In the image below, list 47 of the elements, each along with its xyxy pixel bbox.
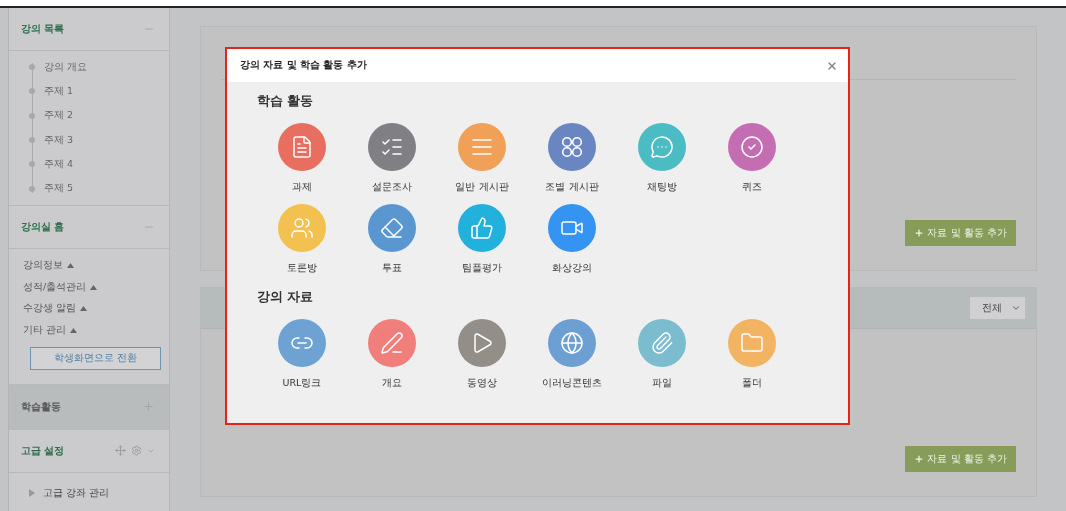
plus-icon xyxy=(914,228,925,238)
activity-button[interactable]: 토론방 xyxy=(257,204,347,275)
close-icon[interactable] xyxy=(826,59,838,72)
course-link[interactable]: 강의 개요 xyxy=(44,60,88,74)
triangle-icon xyxy=(29,489,35,498)
course-link[interactable]: 주제 5 xyxy=(44,182,74,196)
section-title: 고급 설정 xyxy=(21,443,65,458)
activity-button[interactable]: 이러닝콘텐츠 xyxy=(527,319,617,390)
caret-up-icon[interactable] xyxy=(80,306,88,312)
activity-button[interactable]: 동영상 xyxy=(437,319,527,390)
activity-button[interactable]: 투표 xyxy=(347,204,437,275)
menu-item[interactable]: 성적/출석관리 xyxy=(23,276,87,298)
activity-button[interactable]: URL링크 xyxy=(257,319,347,390)
activity-button[interactable]: 채팅방 xyxy=(617,123,707,194)
activity-button[interactable]: 개요 xyxy=(347,319,437,390)
section-title: 학습활동 xyxy=(21,399,61,414)
activity-button[interactable]: 퀴즈 xyxy=(707,123,797,194)
move-icon[interactable] xyxy=(115,445,126,457)
activity-button[interactable]: 설문조사 xyxy=(347,123,437,194)
caret-up-icon[interactable] xyxy=(70,327,78,333)
activity-button[interactable]: 팀플평가 xyxy=(437,204,527,275)
caret-up-icon[interactable] xyxy=(67,263,74,269)
course-link[interactable]: 주제 4 xyxy=(44,157,74,171)
settings-icon[interactable] xyxy=(131,445,142,457)
chevron-down-icon xyxy=(1011,303,1021,313)
caret-up-icon[interactable] xyxy=(90,284,98,290)
activity-button[interactable]: 화상강의 xyxy=(527,204,617,275)
filter-select[interactable]: 전체 xyxy=(969,296,1026,320)
section-title: 강의 목록 xyxy=(21,22,65,36)
add-icon[interactable] xyxy=(142,400,155,414)
course-link[interactable]: 주제 1 xyxy=(44,84,74,98)
activity-button[interactable]: 조별 게시판 xyxy=(527,123,617,194)
menu-item[interactable]: 수강생 알림 xyxy=(23,297,77,320)
dialog-title: 강의 자료 및 학습 활동 추가 xyxy=(240,59,367,72)
menu-link[interactable]: 고급 강좌 관리 xyxy=(43,486,110,500)
activity-button[interactable]: 일반 게시판 xyxy=(437,123,527,194)
activity-button[interactable]: 파일 xyxy=(617,319,707,390)
activity-button[interactable]: 폴더 xyxy=(707,319,797,390)
section-heading: 강의 자료 xyxy=(257,289,314,306)
section-title: 강의실 홈 xyxy=(21,219,65,234)
menu-item[interactable]: 기타 관리 xyxy=(23,319,67,341)
menu-item[interactable]: 강의정보 xyxy=(23,254,63,277)
section-heading: 학습 활동 xyxy=(257,93,314,110)
plus-icon xyxy=(914,454,925,464)
activity-button[interactable]: 과제 xyxy=(257,123,347,194)
course-link[interactable]: 주제 3 xyxy=(44,133,74,147)
course-link[interactable]: 주제 2 xyxy=(44,109,74,123)
